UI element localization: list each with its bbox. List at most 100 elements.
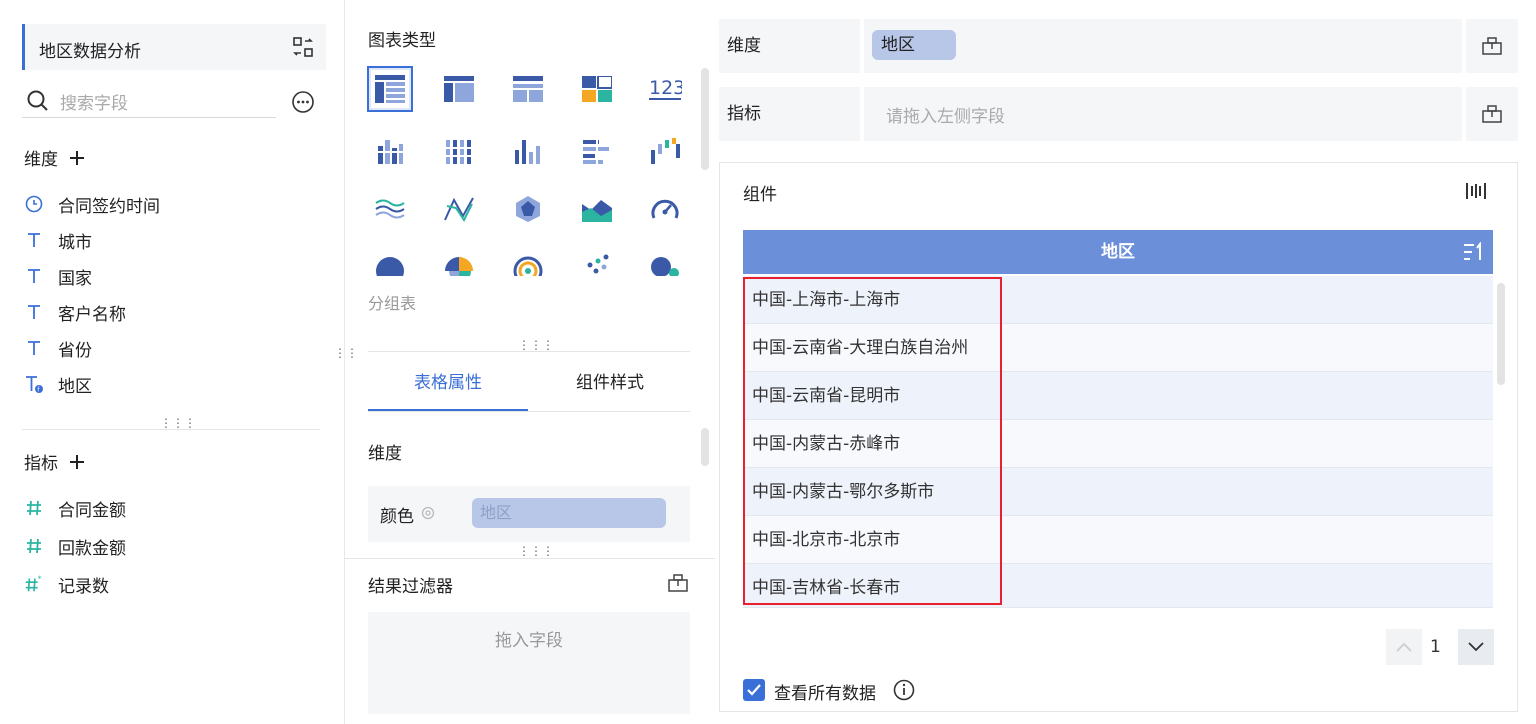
field-label: 地区	[58, 376, 92, 397]
tab-component-style[interactable]: 组件样式	[530, 360, 690, 412]
chart-type-stacked-bar[interactable]	[436, 128, 482, 174]
gauge-icon	[651, 199, 679, 219]
info-icon[interactable]	[893, 679, 915, 701]
add-metric-icon[interactable]	[68, 453, 86, 471]
filter-drop-zone[interactable]: 拖入字段	[368, 612, 690, 714]
chart-type-grouped-bar[interactable]	[367, 128, 413, 174]
left-splitter-handle[interactable]: ⋮⋮⋮	[160, 417, 196, 429]
previous-page-button[interactable]	[1386, 629, 1422, 665]
properties-scrollbar[interactable]	[701, 428, 709, 466]
dimension-field-1[interactable]: 城市	[24, 228, 92, 253]
chart-type-area[interactable]	[574, 186, 620, 232]
text-type-icon	[24, 266, 44, 286]
kpi-number-icon: 123	[649, 77, 682, 100]
properties-dimension-title: 维度	[368, 444, 402, 464]
chart-type-line[interactable]	[367, 186, 413, 232]
field-label: 省份	[58, 340, 92, 361]
chart-type-detail-table[interactable]	[505, 66, 551, 112]
mid-splitter-handle-top[interactable]: ⋮⋮⋮	[518, 339, 554, 351]
more-options-icon[interactable]	[291, 90, 315, 114]
horizontal-bar-icon	[583, 138, 609, 164]
table-row[interactable]: 中国-北京市-北京市	[743, 516, 1493, 564]
text-formula-icon: f	[24, 374, 44, 394]
sort-icon[interactable]	[1463, 242, 1485, 262]
chart-type-scrollbar[interactable]	[701, 68, 709, 170]
chart-type-waterfall[interactable]	[642, 128, 688, 174]
metric-shelf-placeholder: 请拖入左侧字段	[886, 107, 1005, 127]
text-type-icon	[24, 302, 44, 322]
ring-chart-icon	[513, 256, 543, 276]
dimension-field-2[interactable]: 国家	[24, 264, 92, 289]
field-search[interactable]: 搜索字段	[22, 84, 276, 118]
table-header[interactable]: 地区	[743, 230, 1493, 274]
table-row[interactable]: 中国-吉林省-长春市	[743, 564, 1493, 608]
dataset-title: 地区数据分析	[39, 42, 141, 62]
table-row[interactable]: 中国-云南省-大理白族自治州	[743, 324, 1493, 372]
dimension-shelf-config-icon[interactable]	[1466, 19, 1518, 73]
text-type-icon	[24, 230, 44, 250]
metric-field-2[interactable]: * 记录数	[24, 572, 109, 597]
chart-type-scatter[interactable]	[574, 248, 620, 276]
scatter-chart-icon	[587, 254, 609, 274]
pie-chart-icon	[376, 257, 404, 276]
chart-type-cross-table[interactable]	[436, 66, 482, 112]
table-row[interactable]: 中国-云南省-昆明市	[743, 372, 1493, 420]
hash-icon	[24, 498, 44, 518]
table-scrollbar[interactable]	[1497, 283, 1505, 385]
add-dimension-icon[interactable]	[68, 149, 86, 167]
chart-type-column[interactable]	[505, 128, 551, 174]
dimension-field-5[interactable]: f 地区	[24, 372, 92, 397]
settings-gear-icon[interactable]	[420, 505, 436, 521]
chart-type-bubble[interactable]	[642, 248, 688, 276]
color-field-tag[interactable]: 地区	[472, 498, 666, 528]
chart-type-radar-line[interactable]	[436, 186, 482, 232]
rose-chart-icon	[445, 257, 473, 276]
chart-type-dashboard[interactable]	[574, 66, 620, 112]
metric-shelf-config-icon[interactable]	[1466, 87, 1518, 141]
dimension-field-0[interactable]: 合同签约时间	[24, 192, 160, 217]
group-table-icon	[375, 75, 405, 103]
metric-section-title: 指标	[24, 454, 58, 474]
dimension-shelf[interactable]: 地区	[864, 19, 1462, 73]
bubble-chart-icon	[651, 257, 679, 276]
table-row[interactable]: 中国-内蒙古-鄂尔多斯市	[743, 468, 1493, 516]
mid-splitter-handle-bottom[interactable]: ⋮⋮⋮	[518, 545, 554, 557]
field-label: 记录数	[58, 576, 109, 597]
table-row[interactable]: 中国-内蒙古-赤峰市	[743, 420, 1493, 468]
chart-type-pie[interactable]	[367, 248, 413, 276]
next-page-button[interactable]	[1458, 629, 1494, 665]
filter-divider	[345, 558, 715, 559]
search-icon	[26, 89, 50, 113]
stacked-bar-icon	[445, 140, 473, 164]
table-row[interactable]: 中国-上海市-上海市	[743, 276, 1493, 324]
field-label: 合同签约时间	[58, 196, 160, 217]
column-width-icon[interactable]	[1465, 181, 1487, 201]
detail-table-icon	[513, 76, 543, 102]
filter-config-icon[interactable]	[667, 573, 689, 593]
dimension-field-3[interactable]: 客户名称	[24, 300, 126, 325]
switch-dataset-icon[interactable]	[292, 36, 314, 58]
tab-table-properties[interactable]: 表格属性	[368, 360, 528, 412]
chart-type-rose[interactable]	[436, 248, 482, 276]
chart-type-radar[interactable]	[505, 186, 551, 232]
chart-type-ring[interactable]	[505, 248, 551, 276]
column-chart-icon	[515, 140, 540, 164]
drop-hint: 拖入字段	[495, 631, 563, 651]
dimension-shelf-tag[interactable]: 地区	[872, 30, 956, 60]
view-all-label[interactable]: 查看所有数据	[774, 679, 876, 704]
chart-type-gauge[interactable]	[642, 186, 688, 232]
metric-field-1[interactable]: 回款金额	[24, 534, 126, 559]
field-label: 城市	[58, 232, 92, 253]
search-input[interactable]: 搜索字段	[60, 89, 128, 114]
dataset-title-box: 地区数据分析	[22, 24, 326, 70]
svg-text:123: 123	[649, 77, 682, 99]
widget-title: 组件	[743, 185, 777, 205]
view-all-checkbox[interactable]	[743, 679, 765, 701]
metric-shelf[interactable]: 请拖入左侧字段	[864, 87, 1462, 141]
chart-type-kpi[interactable]: 123	[642, 66, 688, 112]
metric-field-0[interactable]: 合同金额	[24, 496, 126, 521]
chart-type-horizontal-bar[interactable]	[574, 128, 620, 174]
dimension-field-4[interactable]: 省份	[24, 336, 92, 361]
chart-type-group-table[interactable]	[367, 66, 413, 112]
dimension-section-header: 维度	[24, 145, 86, 170]
